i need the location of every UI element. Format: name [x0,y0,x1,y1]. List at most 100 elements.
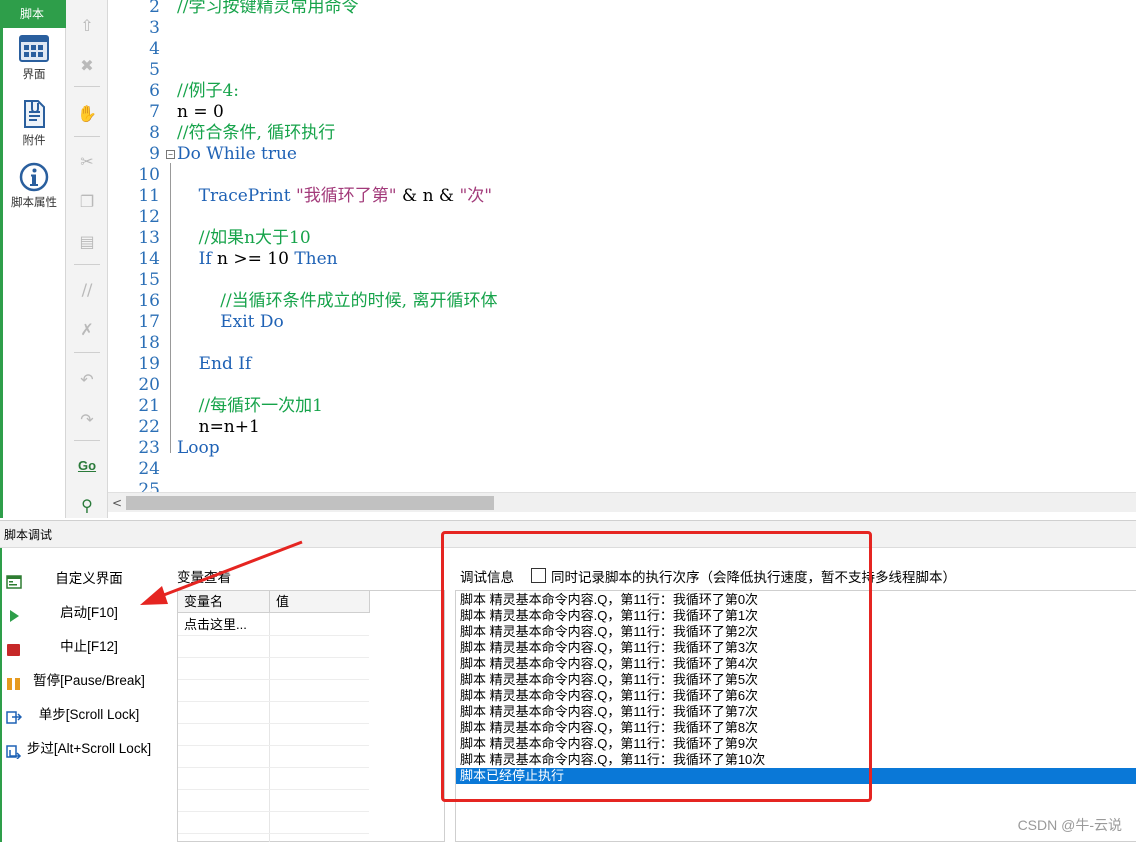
debug-button-stop[interactable]: 中止[F12] [4,634,174,660]
column-header-variable-name[interactable]: 变量名 [178,591,270,613]
debug-button-label: 暂停[Pause/Break] [33,673,145,688]
code-text: //学习按键精灵常用命令 [177,0,359,17]
nav-item-layout[interactable]: 界面 [4,34,64,82]
code-line[interactable]: 19 End If [108,354,1136,375]
debug-button-step-into[interactable]: 单步[Scroll Lock] [4,702,174,728]
variables-title: 变量查看 [177,570,231,585]
code-text: //当循环条件成立的时候, 离开循环体 [177,291,498,311]
line-number: 2 [149,0,160,17]
line-number: 9 [149,144,160,164]
undo-icon[interactable]: ↶ [76,368,98,390]
code-line[interactable]: 3 [108,18,1136,39]
code-text: Exit Do [177,312,284,332]
code-token: If [177,249,212,269]
line-number: 7 [149,102,160,122]
code-line[interactable]: 16 //当循环条件成立的时候, 离开循环体 [108,291,1136,312]
annotation-highlight-box [441,531,872,802]
uncomment-icon[interactable]: ✗ [76,318,98,340]
code-line[interactable]: 5 [108,60,1136,81]
row-divider [178,811,369,812]
move-up-icon[interactable]: ⇧ [76,14,98,36]
code-text: TracePrint "我循环了第" & n & "次" [177,186,493,207]
row-divider [178,789,369,790]
line-number: 19 [138,354,160,374]
goto-icon[interactable]: Go [76,454,98,476]
line-number: 6 [149,81,160,101]
nav-item-attachment[interactable]: 附件 [4,98,64,148]
line-number: 12 [138,207,160,227]
code-line[interactable]: 4 [108,39,1136,60]
debug-button-pause[interactable]: 暂停[Pause/Break] [4,668,174,694]
line-number: 21 [138,396,160,416]
variable-row-name[interactable]: 点击这里... [178,615,270,635]
code-token: & n & [396,186,460,206]
code-line[interactable]: 20 [108,375,1136,396]
comment-icon[interactable]: // [76,278,98,300]
code-line[interactable]: 6 //例子4: [108,81,1136,102]
hand-icon[interactable]: ✋ [76,102,98,124]
redo-icon[interactable]: ↷ [76,408,98,430]
code-editor[interactable]: 2 //学习按键精灵常用命令 3 4 5 6 //例子4: 7 n = 0 8 //符合条件, 循环… [108,0,1136,492]
code-line[interactable]: 23 Loop [108,438,1136,459]
toolbar-separator [74,86,100,87]
code-text: End If [177,354,252,374]
layout-grid-icon [19,35,49,62]
debug-button-label: 中止[F12] [60,639,118,654]
row-divider [178,833,369,834]
fold-guide [170,163,171,453]
code-token: Then [294,249,338,269]
tab-script[interactable]: 脚本 [0,0,66,28]
code-line[interactable]: 11 TracePrint "我循环了第" & n & "次" [108,186,1136,207]
line-number: 15 [138,270,160,290]
fold-toggle-icon[interactable]: − [166,150,175,159]
code-text: n = 0 [177,102,224,122]
line-number: 23 [138,438,160,458]
scrollbar-thumb[interactable] [126,496,494,510]
row-divider [178,745,369,746]
line-number: 5 [149,60,160,80]
code-line[interactable]: 15 [108,270,1136,291]
line-number: 16 [138,291,160,311]
code-line[interactable]: 8 //符合条件, 循环执行 [108,123,1136,144]
row-divider [178,657,369,658]
editor-horizontal-scrollbar[interactable]: < [108,492,1136,512]
info-icon [19,162,49,192]
row-divider [178,723,369,724]
code-line[interactable]: 24 [108,459,1136,480]
code-line[interactable]: 21 //每循环一次加1 [108,396,1136,417]
code-line[interactable]: 9− Do While true [108,144,1136,165]
code-text: n=n+1 [177,417,260,437]
variables-table: 变量名 值 点击这里... [177,590,445,842]
code-line[interactable]: 14 If n >= 10 Then [108,249,1136,270]
nav-item-script-properties[interactable]: 脚本属性 [4,162,64,210]
code-line[interactable]: 10 [108,165,1136,186]
find-icon[interactable]: ⚲ [76,494,98,516]
copy-icon[interactable]: ❐ [76,190,98,212]
watermark: CSDN @牛-云说 [1017,817,1122,833]
code-line[interactable]: 2 //学习按键精灵常用命令 [108,0,1136,18]
debug-button-step-over[interactable]: 步过[Alt+Scroll Lock] [4,736,174,762]
code-line[interactable]: 13 //如果n大于10 [108,228,1136,249]
code-line[interactable]: 22 n=n+1 [108,417,1136,438]
code-line[interactable]: 18 [108,333,1136,354]
toolbar-separator [74,440,100,441]
editor-toolbar: ⇧ ✖ ✋ ✂ ❐ ▤ // ✗ ↶ ↷ Go ⚲ [66,0,108,518]
column-header-value[interactable]: 值 [270,591,370,613]
code-line[interactable]: 25 [108,480,1136,492]
code-token: TracePrint [177,186,296,206]
debug-button-custom-ui[interactable]: 自定义界面 [4,566,174,592]
cut-icon[interactable]: ✂ [76,150,98,172]
scroll-left-icon[interactable]: < [110,493,124,513]
delete-icon[interactable]: ✖ [76,54,98,76]
code-line[interactable]: 17 Exit Do [108,312,1136,333]
code-text: //如果n大于10 [177,228,311,248]
debug-accent-bar [0,548,2,842]
toolbar-separator [74,264,100,265]
line-number: 25 [138,480,160,492]
code-line[interactable]: 12 [108,207,1136,228]
debug-button-play[interactable]: 启动[F10] [4,600,174,626]
code-line[interactable]: 7 n = 0 [108,102,1136,123]
code-text: Loop [177,438,220,458]
active-tab-indicator [0,28,3,518]
paste-icon[interactable]: ▤ [76,230,98,252]
